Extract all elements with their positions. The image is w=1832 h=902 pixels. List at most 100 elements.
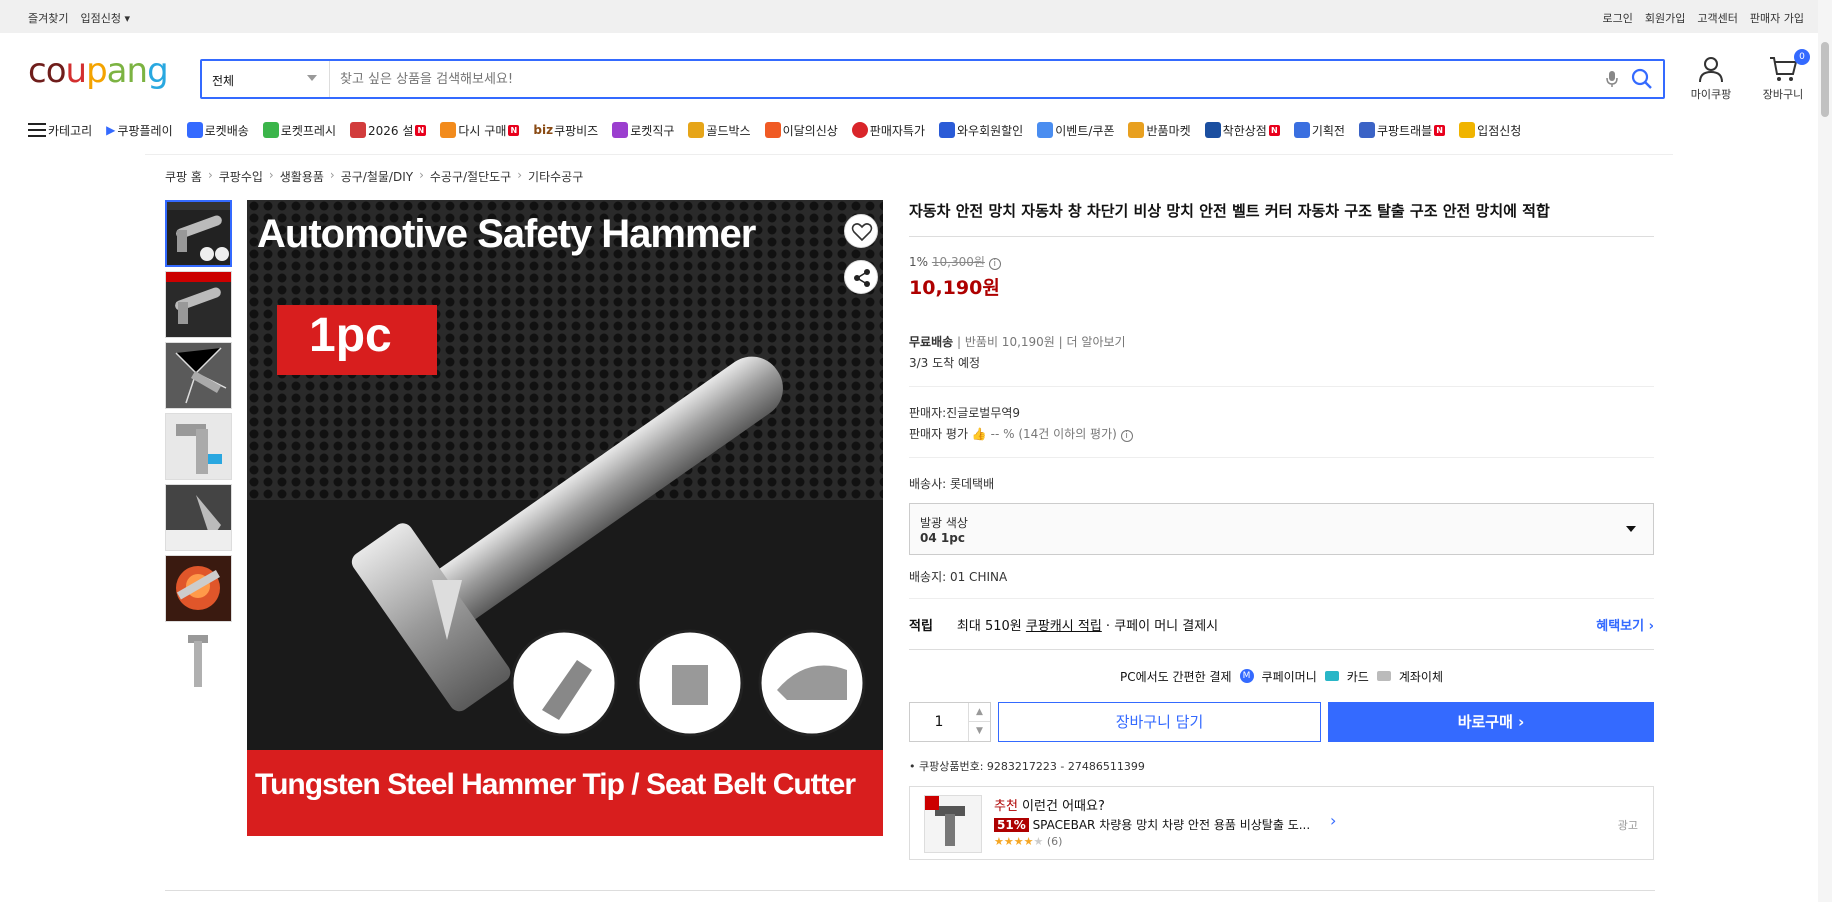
quantity-input[interactable]: 1 [910,703,968,741]
microphone-icon[interactable] [1605,70,1619,91]
main-product-image[interactable]: Automotive Safety Hammer 1pc Tungsten St… [247,200,883,836]
arrival-date: 3/3 도착 예정 [909,356,981,370]
ship-from: 배송지: 01 CHINA [909,570,1008,584]
seller-name[interactable]: 판매자:진글로벌무역9 [909,403,1654,424]
coupay-money-icon: M [1239,669,1254,683]
add-to-cart-button[interactable]: 장바구니 담기 [998,702,1321,742]
store-icon [1204,122,1221,138]
nav-coupang-play[interactable]: ▶ 쿠팡플레이 [106,122,172,139]
thumbnail-3[interactable] [165,342,232,409]
quantity-down-button[interactable]: ▼ [969,722,990,741]
nav-wow-discount[interactable]: 와우회원할인 [938,122,1023,139]
site-header: coupang 전체 마이쿠팡 0 장바구니 [0,33,1832,113]
thumbnail-2[interactable] [165,271,232,338]
learn-more-link[interactable]: 더 알아보기 [1067,335,1126,349]
nav-seollal[interactable]: 2026 설N [349,122,427,139]
nav-vendor-apply[interactable]: 입점신청 [1459,122,1521,139]
sale-price: 10,190원 [909,277,1000,299]
thumbnail-7[interactable] [165,626,232,693]
nav-goldbox[interactable]: 골드박스 [688,122,751,139]
play-icon: ▶ [106,123,116,137]
nav-good-store[interactable]: 착한상점 N [1204,122,1280,139]
divider [165,890,1655,891]
recommended-product-name[interactable]: SPACEBAR 차량용 망치 차량 안전 용품 비상탈출 도... [1033,818,1311,832]
tag-icon [1293,122,1310,138]
card-icon [1324,671,1339,681]
vendor-apply-link[interactable]: 입점신청 ▾ [80,10,130,26]
my-coupang-button[interactable]: 마이쿠팡 [1686,55,1736,102]
product-id: • 쿠팡상품번호: 9283217223 - 27486511399 [909,760,1145,773]
breadcrumb-item[interactable]: 생활용품 [280,168,324,185]
basket-icon [440,122,457,138]
discount-badge: 51% [994,818,1029,832]
user-icon [1699,57,1723,83]
share-button[interactable] [844,260,878,294]
benefit-link[interactable]: 혜택보기 › [1596,615,1654,634]
search-category-select[interactable]: 전체 [202,61,330,97]
thumbnail-1[interactable] [165,200,232,267]
support-link[interactable]: 고객센터 [1697,10,1737,26]
search-input[interactable] [340,69,1540,89]
nav-seller-deals[interactable]: 판매자특가 [851,122,925,139]
nav-rocket-fresh[interactable]: 로켓프레시 [262,122,336,139]
breadcrumb: 쿠팡 홈 › 쿠팡수입 › 생활용품 › 공구/철물/DIY › 수공구/절단도구 › 기… [165,168,584,185]
info-icon[interactable]: i [1120,430,1133,442]
nav-rocket-delivery[interactable]: 로켓배송 [186,122,249,139]
thumbnail-6[interactable] [165,555,232,622]
nav-rebuy[interactable]: 다시 구매 N [440,122,520,139]
breadcrumb-item[interactable]: 쿠팡 홈 [165,168,202,185]
login-link[interactable]: 로그인 [1603,10,1633,26]
page-scrollbar[interactable] [1818,0,1832,902]
pay-methods: PC에서도 간편한 결제 M 쿠페이머니 카드 계좌이체 [1119,669,1444,684]
chevron-right-icon[interactable]: › [1330,811,1336,830]
ad-label: 광고 [1617,819,1638,832]
market-icon [1128,122,1145,138]
scrollbar-thumb[interactable] [1821,42,1829,117]
seller-section: 판매자:진글로벌무역9 판매자 평가 👍 -- % (14건 이하의 평가) i [909,387,1654,458]
option-select[interactable]: 발광 색상 04 1pc [909,503,1654,555]
category-nav: 카테고리 ▶ 쿠팡플레이 로켓배송 로켓프레시 2026 설N 다시 구매 N bi… [28,118,1535,142]
info-icon[interactable]: i [988,258,1001,270]
recommended-product-image[interactable] [924,795,982,853]
category-menu-button[interactable]: 카테고리 [28,122,92,139]
nav-new-arrivals[interactable]: 이달의신상 [764,122,838,139]
coupang-cash-link[interactable]: 쿠팡캐시 적립 [1026,619,1102,634]
product-info: 자동차 안전 망치 자동차 창 차단기 비상 망치 안전 벨트 커터 자동차 구… [909,200,1654,860]
recommendation-card[interactable]: 추천 이런건 어때요? 51% SPACEBAR 차량용 망치 차량 안전 용품… [909,786,1654,860]
breadcrumb-item[interactable]: 수공구/절단도구 [430,168,511,185]
option-section: 배송사: 롯데택배 발광 색상 04 1pc 배송지: 01 CHINA [909,458,1654,598]
star-rating: ★★★★ [994,835,1034,848]
favorites-link[interactable]: 즐겨찾기 [28,10,68,26]
quantity-up-button[interactable]: ▲ [969,703,990,722]
shipping-section: 무료배송 | 반품비 10,190원 | 더 알아보기 3/3 도착 예정 [909,316,1654,387]
share-icon [854,269,870,287]
caret-down-icon [307,75,317,81]
image-tag: 1pc [309,309,392,362]
nav-coupang-biz[interactable]: biz 쿠팡비즈 [533,122,598,139]
thumbnail-5[interactable] [165,484,232,551]
thumbs-up-icon: 👍 [971,427,987,441]
shop-icon [1459,122,1476,138]
quantity-stepper: 1 ▲ ▼ [909,702,991,742]
nav-promotions[interactable]: 기획전 [1293,122,1345,139]
breadcrumb-item[interactable]: 공구/철물/DIY [341,168,413,185]
coupang-logo[interactable]: coupang [28,51,169,91]
nav-rocket-direct[interactable]: 로켓직구 [612,122,674,139]
building-icon [1358,122,1375,138]
breadcrumb-item[interactable]: 기타수공구 [528,168,583,185]
nav-return-market[interactable]: 반품마켓 [1128,122,1191,139]
nav-coupang-travel[interactable]: 쿠팡트래블 N [1358,122,1446,139]
thumbnail-4[interactable] [165,413,232,480]
bank-icon [1376,671,1391,681]
purchase-row: 1 ▲ ▼ 장바구니 담기 바로구매 › [909,702,1654,742]
nav-events-coupons[interactable]: 이벤트/쿠폰 [1037,122,1114,139]
cart-button[interactable]: 0 장바구니 [1758,49,1810,102]
points-row: 적립 최대 510원 쿠팡캐시 적립 · 쿠페이 머니 결제시 혜택보기 › [909,598,1654,650]
breadcrumb-item[interactable]: 쿠팡수입 [219,168,263,185]
buy-now-button[interactable]: 바로구매 › [1328,702,1654,742]
signup-link[interactable]: 회원가입 [1645,10,1685,26]
favorite-button[interactable] [844,214,878,248]
courier: 배송사: 롯데택배 [909,477,995,491]
search-icon[interactable] [1631,68,1653,93]
seller-signup-link[interactable]: 판매자 가입 [1750,10,1804,26]
